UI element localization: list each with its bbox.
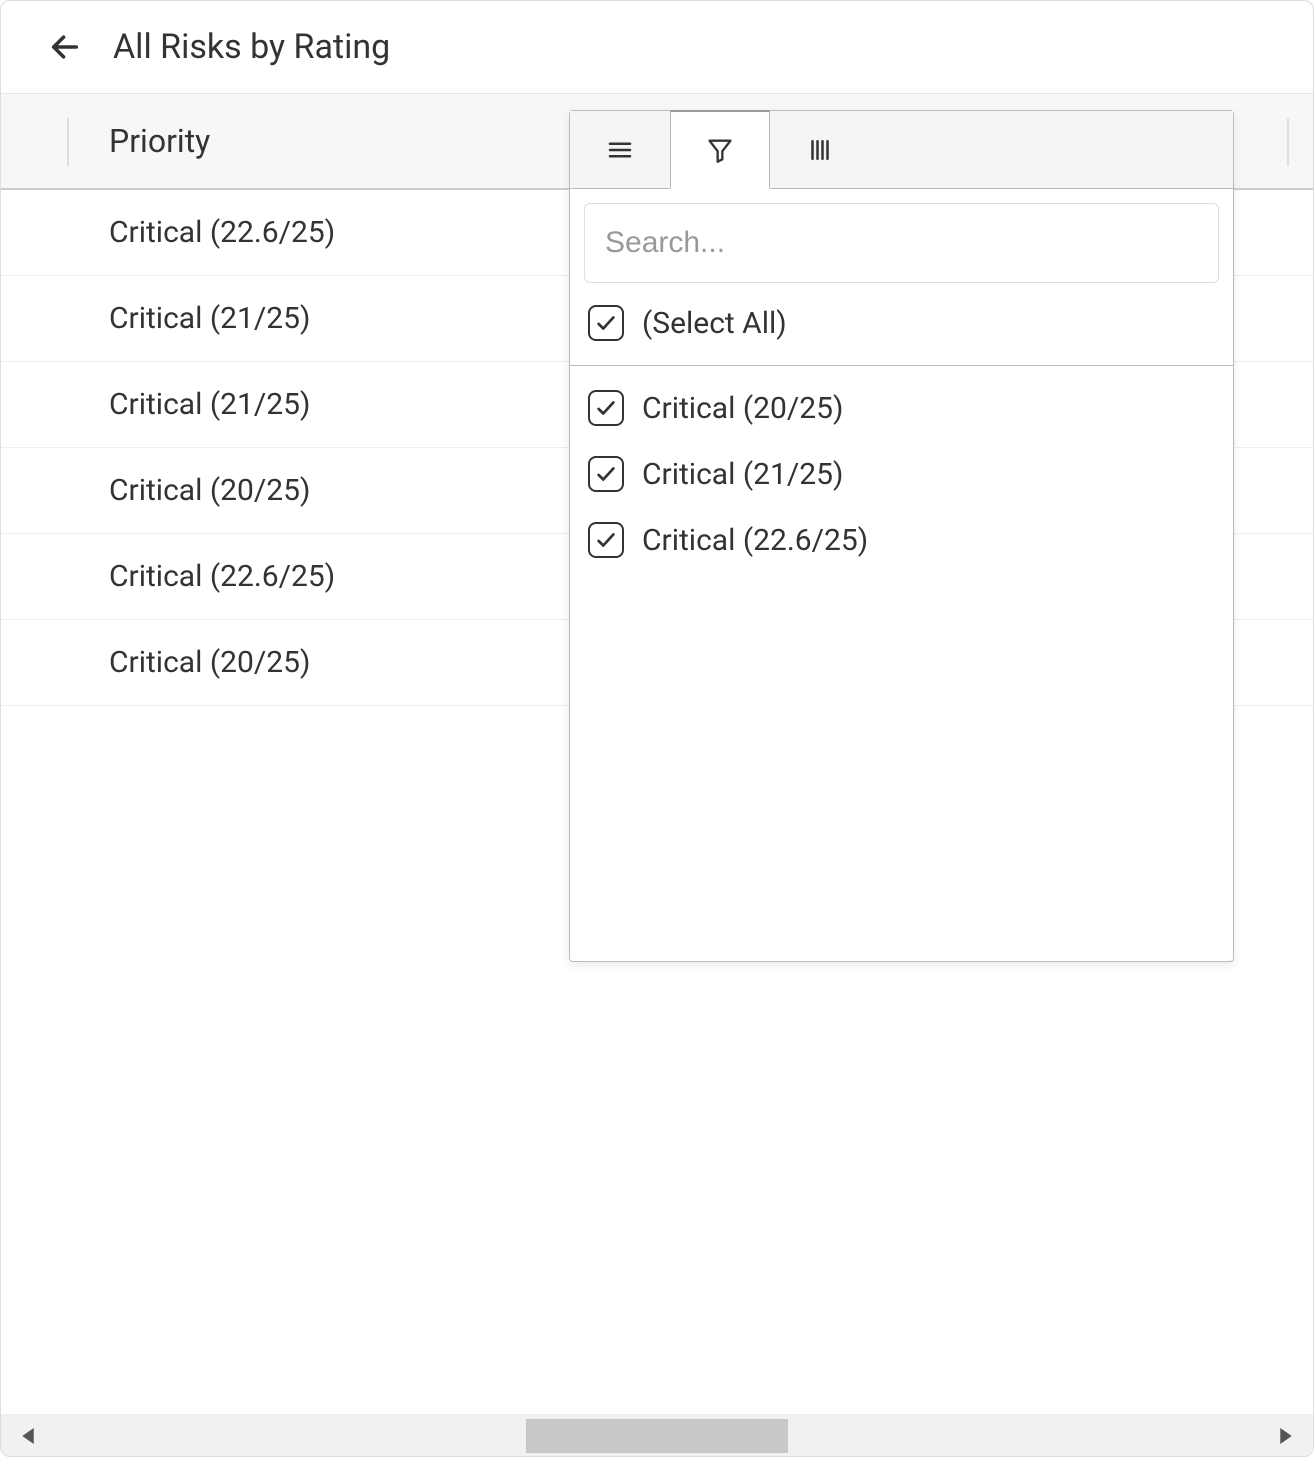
arrow-left-icon xyxy=(48,30,82,64)
filter-search-input[interactable] xyxy=(584,203,1219,283)
filter-option[interactable]: Critical (20/25) xyxy=(584,382,1219,434)
columns-icon xyxy=(805,135,835,165)
checkbox[interactable] xyxy=(588,305,624,341)
data-grid: Priority Critical (22.6/25) Critical (21… xyxy=(1,93,1313,1456)
page-title: All Risks by Rating xyxy=(113,27,390,67)
scroll-left-button[interactable] xyxy=(19,1427,37,1445)
cell-priority: Critical (22.6/25) xyxy=(109,215,335,250)
filter-option-label: Critical (21/25) xyxy=(642,457,843,492)
filter-option-label: Critical (22.6/25) xyxy=(642,523,868,558)
filter-option-label: Critical (20/25) xyxy=(642,391,843,426)
triangle-left-icon xyxy=(22,1428,34,1444)
filter-option[interactable]: Critical (22.6/25) xyxy=(584,514,1219,566)
filter-popup-body: (Select All) Critical (20/25) Critical (… xyxy=(570,189,1233,580)
scrollbar-thumb[interactable] xyxy=(526,1419,788,1453)
filter-tabs xyxy=(570,111,1233,189)
triangle-right-icon xyxy=(1280,1428,1292,1444)
checkbox[interactable] xyxy=(588,390,624,426)
checkbox[interactable] xyxy=(588,522,624,558)
divider xyxy=(570,365,1233,366)
filter-icon xyxy=(706,136,734,164)
cell-priority: Critical (20/25) xyxy=(109,473,310,508)
page-header: All Risks by Rating xyxy=(1,1,1313,93)
hamburger-icon xyxy=(605,135,635,165)
check-icon xyxy=(595,397,617,419)
checkbox[interactable] xyxy=(588,456,624,492)
column-separator[interactable] xyxy=(1287,118,1289,166)
filter-select-all[interactable]: (Select All) xyxy=(584,297,1219,349)
column-filter-popup: (Select All) Critical (20/25) Critical (… xyxy=(569,110,1234,962)
select-all-label: (Select All) xyxy=(642,306,787,341)
tab-columns[interactable] xyxy=(770,111,870,188)
column-separator[interactable] xyxy=(67,118,69,166)
horizontal-scrollbar[interactable] xyxy=(1,1414,1313,1456)
cell-priority: Critical (20/25) xyxy=(109,645,310,680)
cell-priority: Critical (22.6/25) xyxy=(109,559,335,594)
check-icon xyxy=(595,312,617,334)
tab-filter[interactable] xyxy=(670,110,770,189)
check-icon xyxy=(595,529,617,551)
column-header-priority[interactable]: Priority xyxy=(67,122,210,160)
app-window: All Risks by Rating Priority Critical (2… xyxy=(0,0,1314,1457)
filter-option[interactable]: Critical (21/25) xyxy=(584,448,1219,500)
cell-priority: Critical (21/25) xyxy=(109,301,310,336)
tab-menu[interactable] xyxy=(570,111,670,188)
check-icon xyxy=(595,463,617,485)
cell-priority: Critical (21/25) xyxy=(109,387,310,422)
back-button[interactable] xyxy=(45,27,85,67)
scroll-right-button[interactable] xyxy=(1277,1427,1295,1445)
